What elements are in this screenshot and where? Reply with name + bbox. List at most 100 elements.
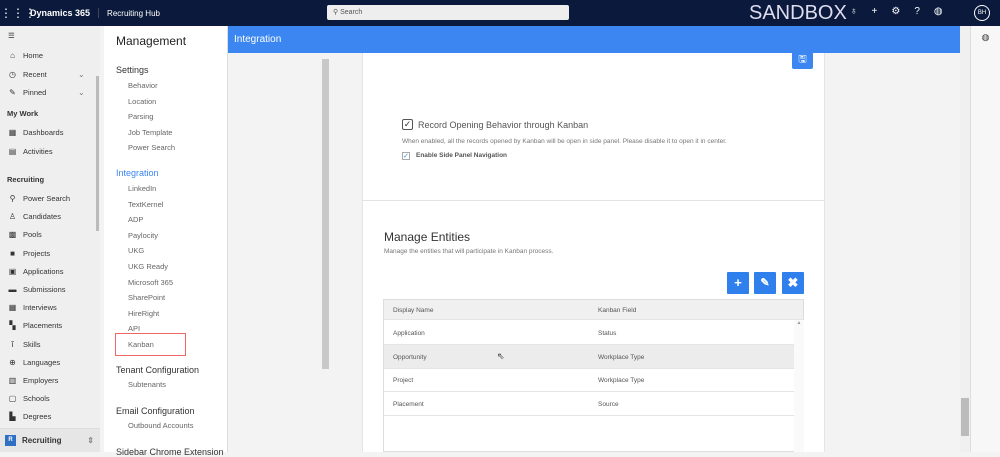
table-row[interactable]: Project Workplace Type — [384, 368, 794, 393]
nav-label: Pinned — [23, 88, 47, 97]
nav-item[interactable]: ▥ Employers — [8, 376, 59, 385]
chevron-down-icon[interactable]: ⌄ — [78, 88, 85, 97]
nav-item[interactable]: ▢ Schools — [8, 394, 50, 403]
nav-item[interactable]: ◷ Recent — [8, 70, 47, 79]
nav-label: Projects — [23, 248, 51, 258]
nav-icon: ◷ — [9, 69, 16, 79]
record-opening-checkbox[interactable]: ✓ — [402, 119, 413, 130]
menu-item[interactable]: LinkedIn — [128, 184, 156, 193]
nav-label: Candidates — [23, 212, 61, 222]
nav-icon: ĭ — [11, 339, 14, 349]
area-switcher[interactable]: R Recruiting ⇕ — [0, 428, 100, 452]
main-scrollbar[interactable] — [960, 26, 970, 452]
nav-item[interactable]: ▦ Interviews — [8, 303, 57, 312]
entities-table: Display Name Kanban Field Application Sta… — [383, 299, 804, 452]
nav-item[interactable]: ⚲ Power Search — [8, 194, 71, 203]
page-header: Integration — [228, 26, 960, 53]
cell-kanban-field: Status — [598, 330, 617, 337]
add-button[interactable]: + — [727, 272, 749, 294]
menu-item[interactable]: Power Search — [128, 143, 175, 152]
menu-item[interactable]: Parsing — [128, 112, 153, 121]
menu-item[interactable]: Outbound Accounts — [128, 421, 193, 430]
nav-heading: Recruiting — [7, 175, 45, 184]
cell-display-name: Opportunity — [393, 353, 427, 361]
nav-item[interactable]: ĭ Skills — [8, 339, 41, 349]
nav-item[interactable]: ▩ Pools — [8, 230, 42, 239]
table-row[interactable]: Application Status — [384, 321, 794, 345]
app-name[interactable]: Recruiting Hub — [107, 9, 160, 18]
menu-item[interactable]: UKG — [128, 246, 144, 255]
menu-item[interactable]: Subtenants — [128, 380, 166, 389]
mouse-cursor: ⇖ — [497, 351, 505, 361]
edit-button[interactable]: ✎ — [754, 272, 776, 294]
nav-item[interactable]: ■ Projects — [8, 249, 50, 258]
nav-label: Skills — [23, 339, 41, 349]
menu-item[interactable]: UKG Ready — [128, 262, 168, 271]
delete-button[interactable]: ✖ — [782, 272, 804, 294]
nav-label: Applications — [23, 266, 64, 276]
hamburger-icon[interactable]: ☰ — [8, 31, 15, 40]
header-kanban-field[interactable]: Kanban Field — [598, 307, 636, 314]
avatar[interactable]: BH — [974, 5, 990, 21]
cell-display-name: Placement — [393, 400, 424, 408]
nav-item[interactable]: ⊕ Languages — [8, 358, 60, 367]
nav-label: Activities — [23, 146, 53, 156]
menu-item[interactable]: Paylocity — [128, 231, 158, 240]
brand[interactable]: Dynamics 365 — [30, 8, 100, 18]
nav-item[interactable]: ▣ Applications — [8, 266, 64, 276]
copilot-icon[interactable]: ◍ — [934, 6, 943, 17]
nav-label: Submissions — [23, 285, 66, 294]
nav-icon: ▩ — [8, 230, 17, 240]
lightbulb-icon[interactable]: ♁ — [850, 6, 858, 17]
section-heading[interactable]: Settings — [116, 65, 149, 75]
nav-icon: ▥ — [8, 376, 17, 385]
top-bar: ⋮⋮⋮ Dynamics 365 Recruiting Hub ⚲ Search… — [0, 0, 1000, 26]
nav-label: Degrees — [23, 412, 52, 422]
save-button[interactable]: 🖫 — [792, 50, 813, 69]
copilot-icon[interactable]: ◍ — [982, 32, 990, 42]
side-panel-checkbox[interactable]: ✓ — [402, 152, 410, 160]
left-nav: ☰ ⌂ Home ◷ Recent ✎ Pinned My Work ▦ Dashboards ▤… — [0, 26, 100, 452]
nav-icon: ▦ — [8, 128, 17, 137]
cell-display-name: Application — [393, 330, 425, 337]
nav-item[interactable]: ▬ Submissions — [8, 285, 66, 294]
panel-scrollbar[interactable] — [322, 59, 329, 369]
main-scroll-thumb[interactable] — [961, 398, 969, 436]
menu-item[interactable]: TextKernel — [128, 200, 163, 209]
menu-item[interactable]: Job Template — [128, 128, 172, 137]
section-heading[interactable]: Sidebar Chrome Extension — [116, 447, 224, 457]
nav-item[interactable]: ✎ Pinned — [8, 88, 46, 97]
section-desc: Manage the entities that will participat… — [384, 248, 554, 255]
menu-item[interactable]: Microsoft 365 — [128, 278, 173, 287]
nav-item[interactable]: ♙ Candidates — [8, 212, 61, 221]
app-launcher-icon[interactable]: ⋮⋮⋮ — [0, 6, 36, 20]
plus-icon[interactable]: + — [872, 6, 878, 17]
gear-icon[interactable]: ⚙ — [891, 6, 900, 17]
cell-kanban-field: Workplace Type — [598, 353, 645, 361]
nav-item[interactable]: ▦ Dashboards — [8, 128, 64, 137]
table-scrollbar[interactable]: ▲ — [794, 320, 804, 452]
search-input[interactable]: ⚲ Search — [327, 5, 569, 20]
section-heading[interactable]: Integration — [116, 168, 159, 178]
nav-icon: ▢ — [8, 394, 17, 404]
header-display-name[interactable]: Display Name — [393, 307, 433, 314]
menu-item[interactable]: SharePoint — [128, 293, 165, 302]
nav-item[interactable]: ⌂ Home — [8, 51, 43, 60]
menu-item[interactable]: HireRight — [128, 309, 159, 318]
menu-item[interactable]: Behavior — [128, 81, 158, 90]
chevron-down-icon[interactable]: ⌄ — [78, 70, 85, 79]
menu-item[interactable]: ADP — [128, 215, 143, 224]
menu-item[interactable]: Location — [128, 97, 156, 106]
nav-item[interactable]: ▤ Activities — [8, 147, 53, 156]
nav-label: Pools — [23, 230, 42, 240]
section-heading[interactable]: Email Configuration — [116, 406, 195, 416]
help-icon[interactable]: ? — [914, 6, 920, 17]
nav-item[interactable]: ▚ Placements — [8, 321, 62, 330]
section-heading[interactable]: Tenant Configuration — [116, 365, 199, 375]
table-row[interactable]: Opportunity Workplace Type — [384, 344, 794, 369]
nav-scrollbar[interactable] — [96, 76, 99, 231]
nav-item[interactable]: ▙ Degrees — [8, 412, 51, 421]
table-row[interactable]: Placement Source — [384, 392, 794, 416]
panel-title: Management — [116, 34, 187, 48]
nav-icon: ▣ — [8, 266, 17, 276]
